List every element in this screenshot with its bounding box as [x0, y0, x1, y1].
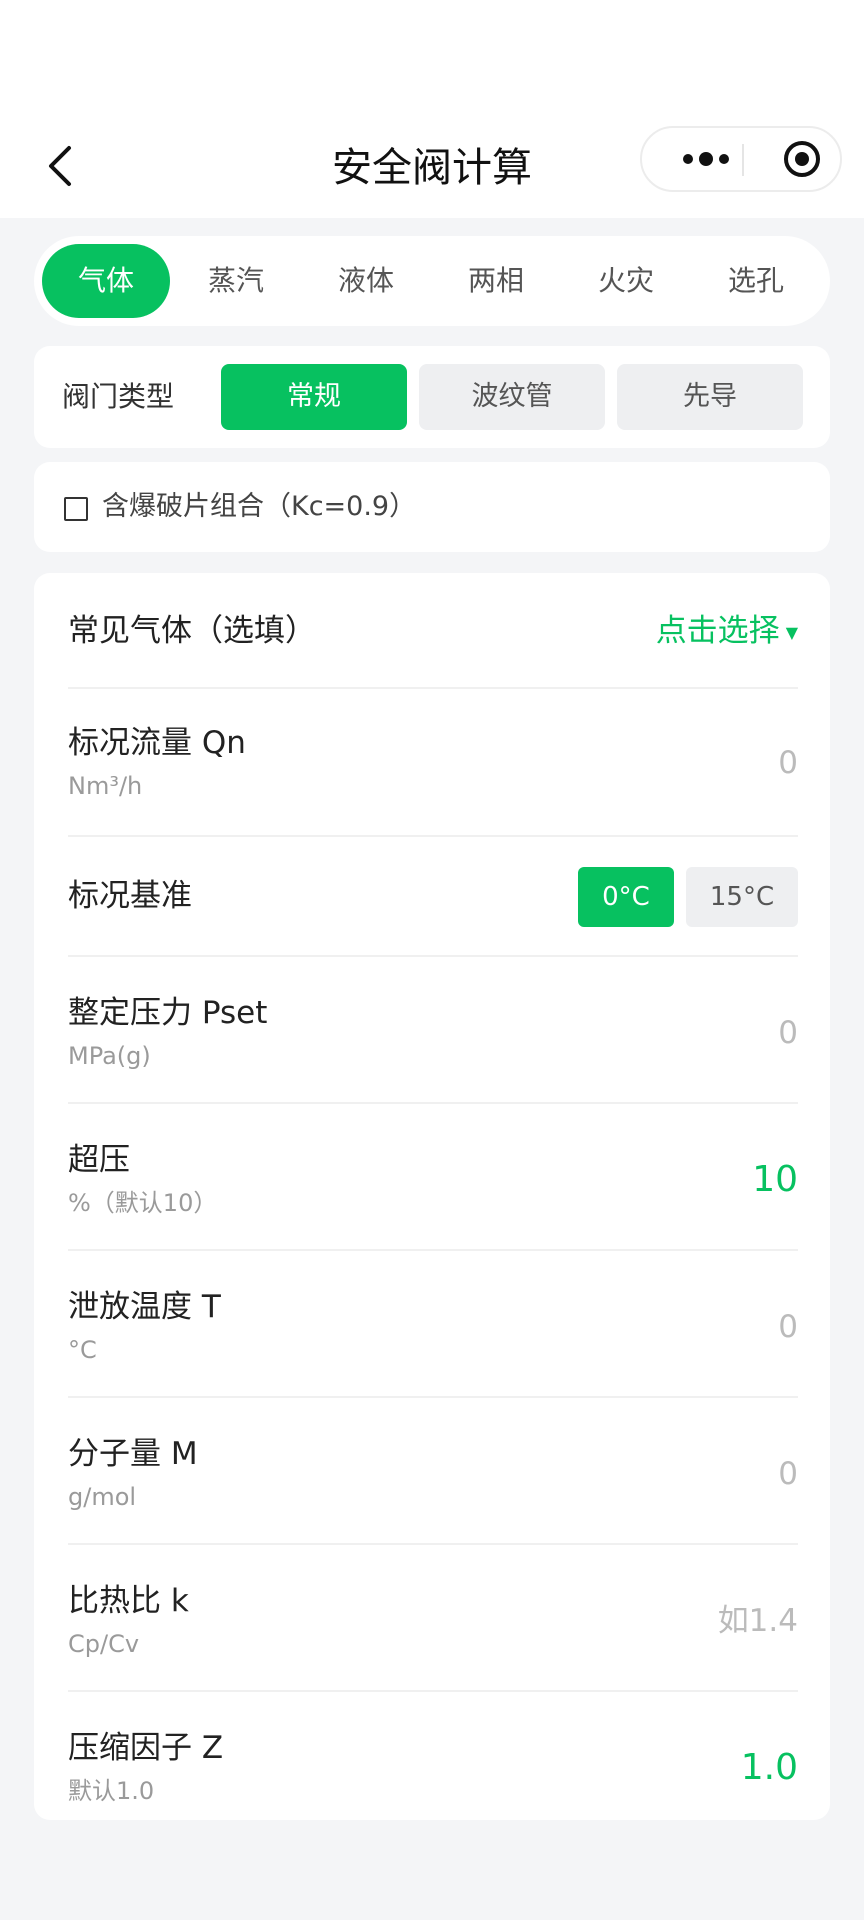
nav-bar: 安全阀计算: [0, 120, 864, 218]
tab-orifice[interactable]: 选孔: [692, 244, 820, 318]
std-ref-option-15c[interactable]: 15°C: [686, 867, 798, 927]
valve-option-conventional[interactable]: 常规: [221, 364, 407, 430]
mw-row: 分子量 M g/mol 0: [68, 1398, 798, 1545]
flow-row: 标况流量 Qn Nm³/h 0: [68, 689, 798, 837]
target-circle-icon: [782, 139, 822, 179]
k-row: 比热比 k Cp/Cv 如1.4: [68, 1545, 798, 1692]
pset-input[interactable]: 0: [778, 1011, 798, 1055]
more-button[interactable]: [666, 128, 746, 190]
std-ref-label: 标况基准: [68, 874, 192, 918]
status-bar: [0, 0, 864, 120]
common-gas-row[interactable]: 常见气体（选填） 点击选择▼: [68, 573, 798, 689]
pset-unit: MPa(g): [68, 1039, 151, 1073]
valve-option-pilot[interactable]: 先导: [617, 364, 803, 430]
tab-steam[interactable]: 蒸汽: [172, 244, 300, 318]
tab-fire[interactable]: 火灾: [562, 244, 690, 318]
overpressure-row: 超压 %（默认10） 10: [68, 1104, 798, 1251]
z-input[interactable]: 1.0: [741, 1746, 798, 1790]
flow-input[interactable]: 0: [778, 741, 798, 785]
pset-row: 整定压力 Pset MPa(g) 0: [68, 957, 798, 1104]
std-ref-option-0c[interactable]: 0°C: [578, 867, 674, 927]
flow-unit: Nm³/h: [68, 769, 142, 803]
tab-liquid[interactable]: 液体: [302, 244, 430, 318]
overpressure-unit: %（默认10）: [68, 1186, 217, 1220]
rupture-disc-card[interactable]: 含爆破片组合（Kc=0.9）: [34, 462, 830, 552]
overpressure-label: 超压: [68, 1138, 130, 1182]
mini-program-capsule: [640, 126, 842, 192]
overpressure-input[interactable]: 10: [752, 1158, 798, 1202]
k-label: 比热比 k: [68, 1579, 189, 1623]
temp-unit: °C: [68, 1333, 97, 1367]
common-gas-picker-text: 点击选择: [656, 613, 780, 649]
close-button[interactable]: [762, 128, 842, 190]
pset-label: 整定压力 Pset: [68, 991, 267, 1035]
caret-down-icon: ▼: [786, 611, 798, 655]
rupture-disc-label: 含爆破片组合（Kc=0.9）: [102, 486, 416, 528]
std-ref-row: 标况基准 0°C 15°C: [68, 837, 798, 957]
checkbox-unchecked-icon[interactable]: [64, 497, 88, 521]
temp-label: 泄放温度 T: [68, 1285, 221, 1329]
z-unit: 默认1.0: [68, 1774, 154, 1808]
mw-input[interactable]: 0: [778, 1452, 798, 1496]
k-input[interactable]: 如1.4: [718, 1599, 798, 1643]
tab-two-phase[interactable]: 两相: [432, 244, 560, 318]
flow-label: 标况流量 Qn: [68, 721, 246, 765]
z-label: 压缩因子 Z: [68, 1726, 223, 1770]
temp-input[interactable]: 0: [778, 1305, 798, 1349]
capsule-divider: [742, 144, 744, 176]
z-row: 压缩因子 Z 默认1.0 1.0: [68, 1692, 798, 1820]
gas-form-card: 常见气体（选填） 点击选择▼ 标况流量 Qn Nm³/h 0 标况基准 0°C …: [34, 573, 830, 1820]
fluid-tabs: 气体 蒸汽 液体 两相 火灾 选孔: [34, 236, 830, 326]
mw-unit: g/mol: [68, 1480, 136, 1514]
temp-row: 泄放温度 T °C 0: [68, 1251, 798, 1398]
mw-label: 分子量 M: [68, 1432, 198, 1476]
valve-option-bellows[interactable]: 波纹管: [419, 364, 605, 430]
tab-gas[interactable]: 气体: [42, 244, 170, 318]
common-gas-label: 常见气体（选填）: [68, 609, 316, 653]
common-gas-picker[interactable]: 点击选择▼: [656, 609, 798, 655]
valve-type-label: 阀门类型: [62, 376, 174, 418]
k-unit: Cp/Cv: [68, 1627, 139, 1661]
more-dots-icon: [681, 152, 731, 166]
valve-type-card: 阀门类型 常规 波纹管 先导: [34, 346, 830, 448]
